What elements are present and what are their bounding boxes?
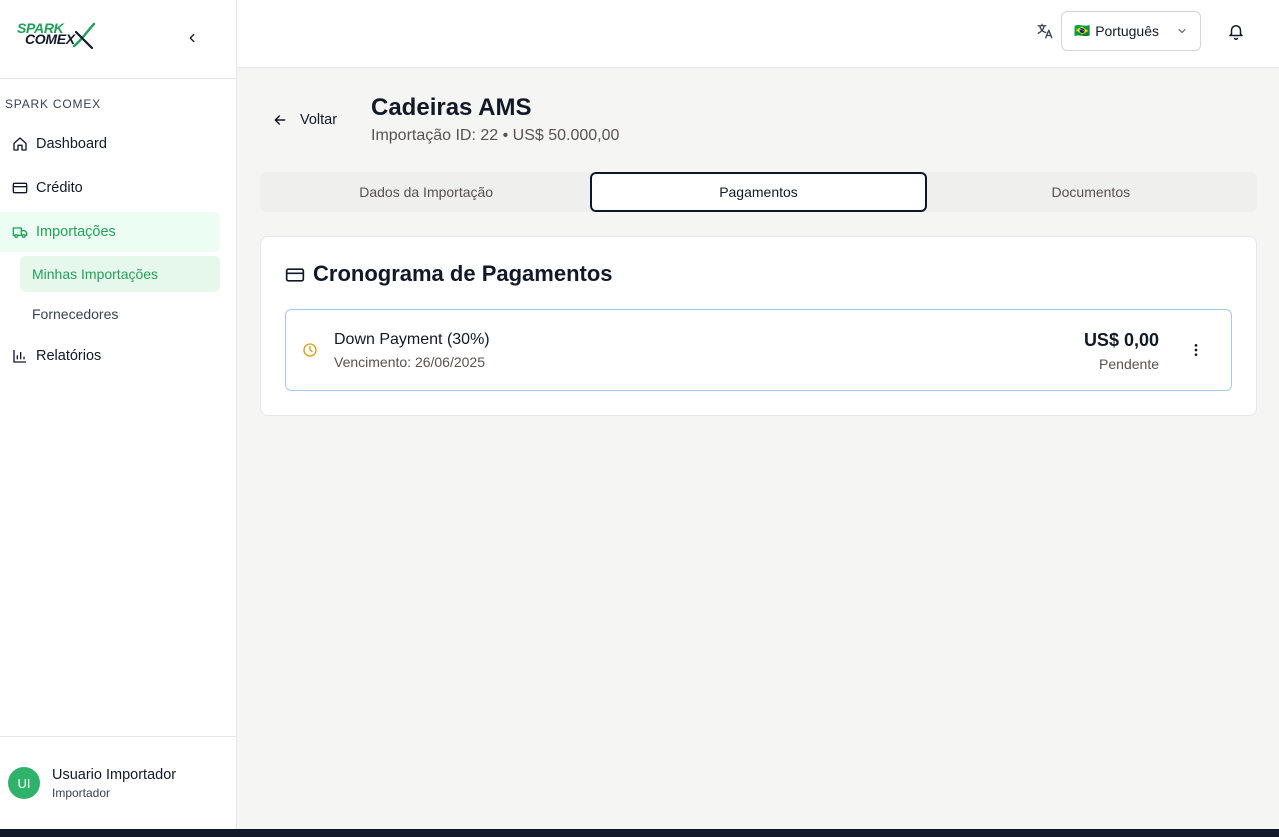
payment-row[interactable]: Down Payment (30%) Vencimento: 26/06/202…	[285, 309, 1232, 391]
user-name: Usuario Importador	[52, 767, 177, 783]
clock-icon	[303, 343, 317, 357]
translate-icon	[1037, 23, 1053, 39]
truck-icon	[12, 224, 28, 240]
topbar: 🇧🇷 Português	[237, 0, 1279, 68]
page-title: Cadeiras AMS	[371, 94, 532, 121]
arrow-left-icon	[274, 115, 286, 125]
sidebar-item-dashboard[interactable]: Dashboard	[0, 124, 220, 164]
payment-due-date: Vencimento: 26/06/2025	[334, 354, 486, 370]
payment-status: Pendente	[1099, 356, 1159, 372]
logo-swoosh-icon	[72, 22, 96, 50]
chevron-down-icon	[1178, 29, 1186, 33]
bell-icon[interactable]	[1227, 22, 1245, 40]
payment-schedule-card: Cronograma de Pagamentos Down Payment (3…	[260, 236, 1257, 416]
page-subtitle: Importação ID: 22 • US$ 50.000,00	[371, 127, 620, 144]
sidebar: SPARK COMEX SPARK COMEX Dashboard Crédit…	[0, 0, 237, 829]
tab-pagamentos[interactable]: Pagamentos	[590, 172, 927, 212]
card-title: Cronograma de Pagamentos	[313, 261, 613, 286]
avatar: UI	[8, 767, 40, 799]
chevron-left-icon	[189, 33, 195, 43]
user-profile[interactable]: UI Usuario Importador Importador	[0, 736, 237, 829]
user-role: Importador	[52, 786, 111, 800]
sidebar-section-label: SPARK COMEX	[5, 97, 101, 111]
sidebar-subitem-fornecedores[interactable]: Fornecedores	[20, 296, 220, 332]
payment-amount: US$ 0,00	[1083, 330, 1159, 350]
language-select[interactable]: 🇧🇷 Português	[1061, 11, 1201, 51]
more-vertical-icon	[1194, 344, 1198, 356]
payment-name: Down Payment (30%)	[334, 331, 490, 348]
bar-chart-icon	[12, 348, 28, 364]
sidebar-subitem-minhas-importacoes[interactable]: Minhas Importações	[20, 256, 220, 292]
spark-comex-logo[interactable]: SPARK COMEX	[16, 20, 98, 52]
collapse-sidebar-button[interactable]	[180, 26, 204, 50]
credit-card-icon	[12, 180, 28, 196]
bottom-bar	[0, 829, 1279, 837]
back-label: Voltar	[300, 112, 338, 128]
sidebar-item-label: Importações	[36, 224, 116, 240]
brazil-flag-icon: 🇧🇷	[1074, 23, 1091, 38]
sidebar-item-label: Relatórios	[36, 348, 102, 364]
language-label: Português	[1095, 23, 1160, 39]
back-button[interactable]: Voltar	[260, 100, 349, 140]
tab-dados-importacao[interactable]: Dados da Importação	[260, 172, 592, 212]
sidebar-item-label: Dashboard	[36, 136, 107, 152]
sidebar-item-relatorios[interactable]: Relatórios	[0, 336, 220, 376]
credit-card-icon	[285, 268, 305, 282]
sidebar-item-label: Crédito	[36, 180, 83, 196]
sidebar-item-importacoes[interactable]: Importações	[0, 212, 220, 252]
tab-documentos[interactable]: Documentos	[925, 172, 1257, 212]
more-actions-button[interactable]	[1184, 338, 1208, 362]
sidebar-item-credito[interactable]: Crédito	[0, 168, 220, 208]
tabs: Dados da Importação Pagamentos Documento…	[260, 172, 1257, 212]
home-icon	[12, 136, 28, 152]
logo-row: SPARK COMEX	[0, 0, 236, 79]
